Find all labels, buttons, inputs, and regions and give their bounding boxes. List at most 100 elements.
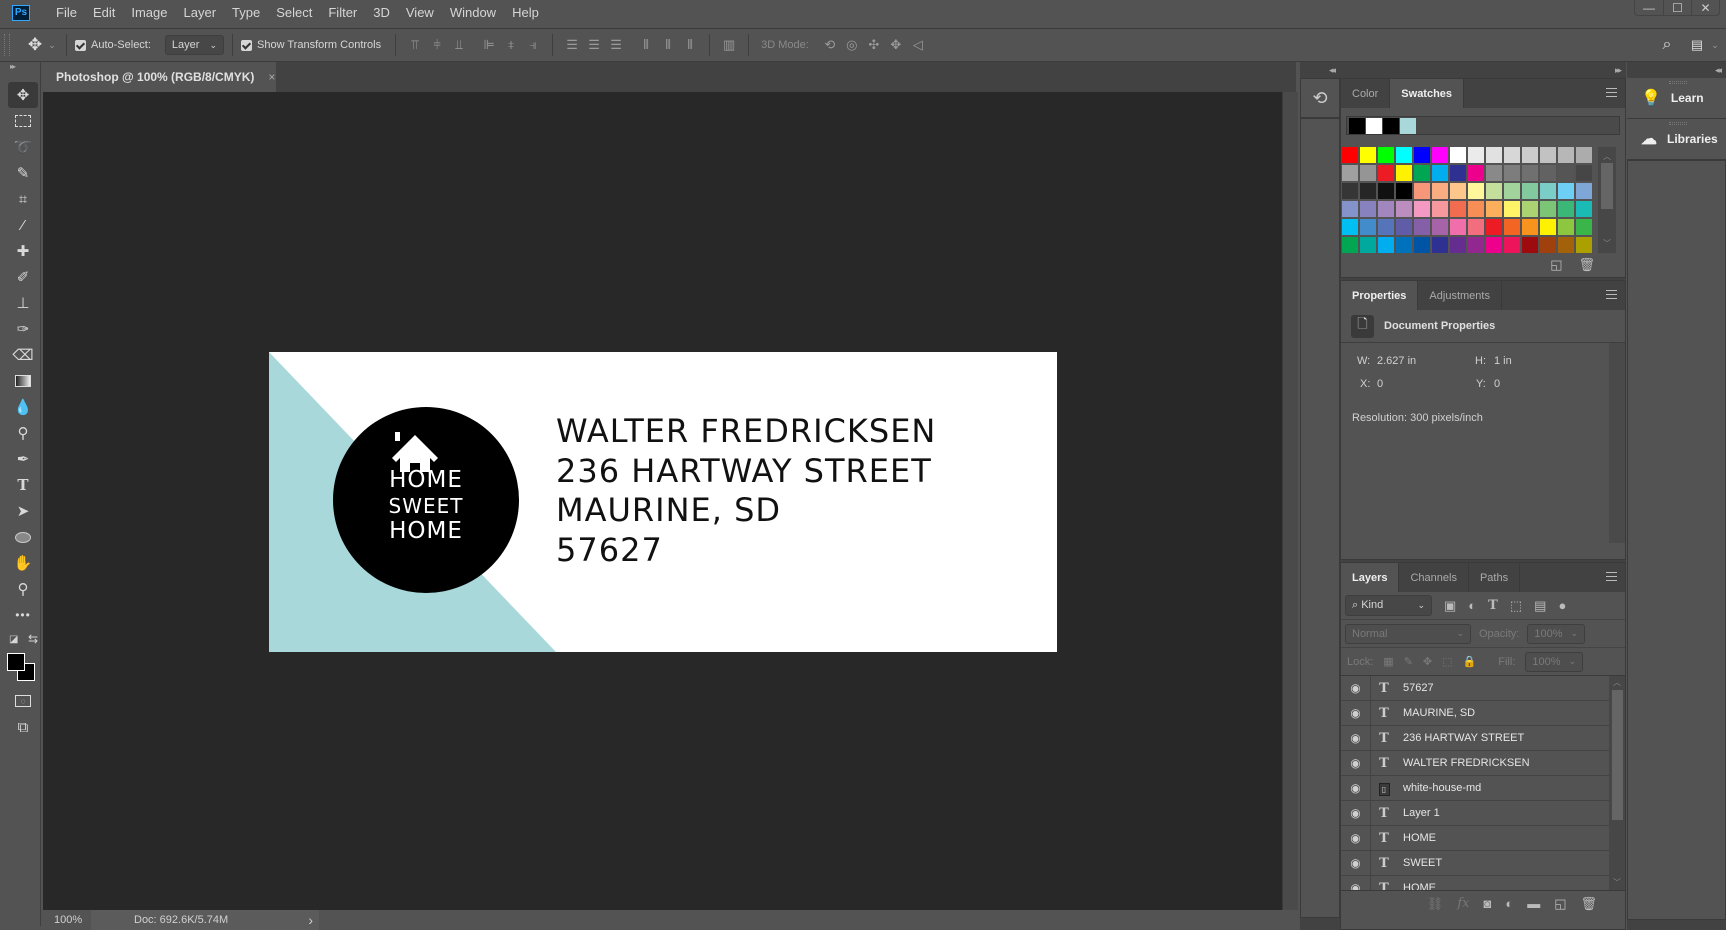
visibility-eye-icon[interactable]: ◉ [1341, 875, 1371, 890]
menu-window[interactable]: Window [442, 5, 504, 20]
color-swatch[interactable] [1396, 183, 1412, 199]
menu-3d[interactable]: 3D [365, 5, 398, 20]
layer-row[interactable]: ◉ T 236 HARTWAY STREET [1341, 725, 1609, 751]
lasso-tool[interactable]: ➰ [8, 134, 38, 160]
auto-select-target-dropdown[interactable]: Layer ⌄ [164, 35, 224, 55]
filter-adjustment-layers-icon[interactable]: ◐ [1468, 598, 1476, 613]
color-swatch[interactable] [1342, 237, 1358, 253]
color-swatch[interactable] [1576, 147, 1592, 163]
color-swatch[interactable] [1558, 147, 1574, 163]
color-swatch[interactable] [1504, 237, 1520, 253]
color-swatch[interactable] [1504, 183, 1520, 199]
distribute-right-edges-icon[interactable]: ⦀ [679, 34, 701, 56]
collapse-side-panels-icon[interactable]: ◂◂ [1627, 62, 1726, 78]
3d-roll-icon[interactable]: ◎ [841, 34, 863, 56]
recent-swatch[interactable] [1400, 118, 1416, 134]
menu-view[interactable]: View [398, 5, 442, 20]
color-swatch[interactable] [1504, 219, 1520, 235]
panel-grip[interactable] [1669, 81, 1687, 84]
distribute-left-edges-icon[interactable]: ⦀ [635, 34, 657, 56]
color-swatch[interactable] [1396, 165, 1412, 181]
color-swatch[interactable] [1540, 165, 1556, 181]
color-swatch[interactable] [1576, 201, 1592, 217]
new-layer-icon[interactable]: ◱ [1554, 896, 1566, 912]
visibility-eye-icon[interactable]: ◉ [1341, 700, 1371, 726]
trash-icon[interactable]: 🗑 [1578, 257, 1595, 273]
color-swatch[interactable] [1360, 165, 1376, 181]
tab-color[interactable]: Color [1341, 79, 1391, 108]
color-swatch[interactable] [1378, 165, 1394, 181]
color-swatch[interactable] [1360, 201, 1376, 217]
layer-row[interactable]: ◉ ▯ white-house-md [1341, 775, 1609, 801]
color-swatch[interactable] [1432, 219, 1448, 235]
foreground-color-swatch[interactable] [7, 653, 25, 671]
history-panel-icon[interactable]: ⟲ [1300, 78, 1340, 118]
align-top-edges-icon[interactable]: ⫪ [404, 34, 426, 56]
type-tool[interactable]: T [8, 472, 38, 498]
distribute-vertical-centers-icon[interactable]: ☰ [583, 34, 605, 56]
color-swatch[interactable] [1558, 165, 1574, 181]
distribute-top-edges-icon[interactable]: ☰ [561, 34, 583, 56]
filter-smart-objects-icon[interactable]: ▤ [1534, 598, 1546, 614]
scroll-thumb[interactable] [1612, 690, 1623, 820]
color-swatch[interactable] [1396, 147, 1412, 163]
color-swatch[interactable] [1504, 165, 1520, 181]
color-swatch[interactable] [1576, 183, 1592, 199]
history-brush-tool[interactable]: ✑ [8, 316, 38, 342]
color-swatch[interactable] [1558, 201, 1574, 217]
color-swatch[interactable] [1522, 165, 1538, 181]
3d-scale-icon[interactable]: ◁ [907, 34, 929, 56]
menu-help[interactable]: Help [504, 5, 547, 20]
document-canvas[interactable]: HOME SWEET HOME WALTER FREDRICKSEN 236 H… [269, 352, 1057, 652]
color-swatch[interactable] [1486, 165, 1502, 181]
visibility-eye-icon[interactable]: ◉ [1341, 800, 1371, 826]
auto-select-checkbox[interactable]: Auto-Select: [75, 39, 151, 51]
rotate-view-tool[interactable]: ✋ [8, 550, 38, 576]
properties-scrollbar[interactable] [1609, 343, 1625, 543]
scroll-down-icon[interactable]: ﹀ [1613, 877, 1621, 888]
zoom-tool[interactable]: ⚲ [8, 576, 38, 602]
layer-row[interactable]: ◉ T MAURINE, SD [1341, 700, 1609, 726]
spot-healing-brush-tool[interactable]: ✚ [8, 238, 38, 264]
layer-style-fx-icon[interactable]: fx [1457, 896, 1469, 911]
color-swatch[interactable] [1540, 237, 1556, 253]
color-swatch[interactable] [1540, 219, 1556, 235]
move-tool-icon[interactable]: ✥ [24, 34, 46, 56]
document-tab[interactable]: Photoshop @ 100% (RGB/8/CMYK) × [43, 62, 276, 92]
tab-paths[interactable]: Paths [1469, 563, 1521, 592]
color-swatch[interactable] [1360, 237, 1376, 253]
gradient-tool[interactable] [8, 368, 38, 394]
libraries-panel-button[interactable]: ☁ Libraries [1627, 119, 1726, 160]
eyedropper-tool[interactable]: ⁄ [8, 212, 38, 238]
visibility-eye-icon[interactable]: ◉ [1341, 825, 1371, 851]
scroll-up-icon[interactable]: ︿ [1603, 151, 1611, 162]
collapse-toolbar-icon[interactable]: ▸▸ [6, 62, 40, 71]
color-swatch[interactable] [1414, 165, 1430, 181]
color-swatch[interactable] [1450, 237, 1466, 253]
default-colors-icon[interactable]: ◪ [9, 634, 18, 645]
layer-name[interactable]: HOME [1403, 882, 1436, 890]
trash-icon[interactable]: 🗑 [1580, 896, 1597, 912]
collapse-panels-icon[interactable]: ◂◂ [1300, 62, 1340, 78]
status-menu-arrow-icon[interactable]: › [308, 912, 313, 928]
x-value[interactable]: 0 [1377, 378, 1383, 390]
color-swatch[interactable] [1450, 219, 1466, 235]
3d-pan-icon[interactable]: ✣ [863, 34, 885, 56]
tab-channels[interactable]: Channels [1399, 563, 1469, 592]
lock-all-icon[interactable]: 🔒 [1463, 655, 1477, 668]
color-swatch[interactable] [1504, 201, 1520, 217]
scroll-thumb[interactable] [1601, 163, 1613, 209]
color-swatch[interactable] [1558, 183, 1574, 199]
tab-adjustments[interactable]: Adjustments [1418, 281, 1502, 310]
recent-swatch[interactable] [1366, 118, 1382, 134]
filter-type-layers-icon[interactable]: T [1488, 598, 1498, 613]
color-swatch[interactable] [1540, 201, 1556, 217]
close-document-icon[interactable]: × [268, 70, 275, 84]
expand-panels-icon[interactable]: ▸▸ [1340, 62, 1626, 78]
recent-swatch[interactable] [1349, 118, 1365, 134]
color-swatch[interactable] [1468, 165, 1484, 181]
color-swatch[interactable] [1504, 147, 1520, 163]
color-swatch[interactable] [1360, 183, 1376, 199]
color-swatch[interactable] [1486, 183, 1502, 199]
new-group-folder-icon[interactable]: ▬ [1527, 896, 1540, 911]
